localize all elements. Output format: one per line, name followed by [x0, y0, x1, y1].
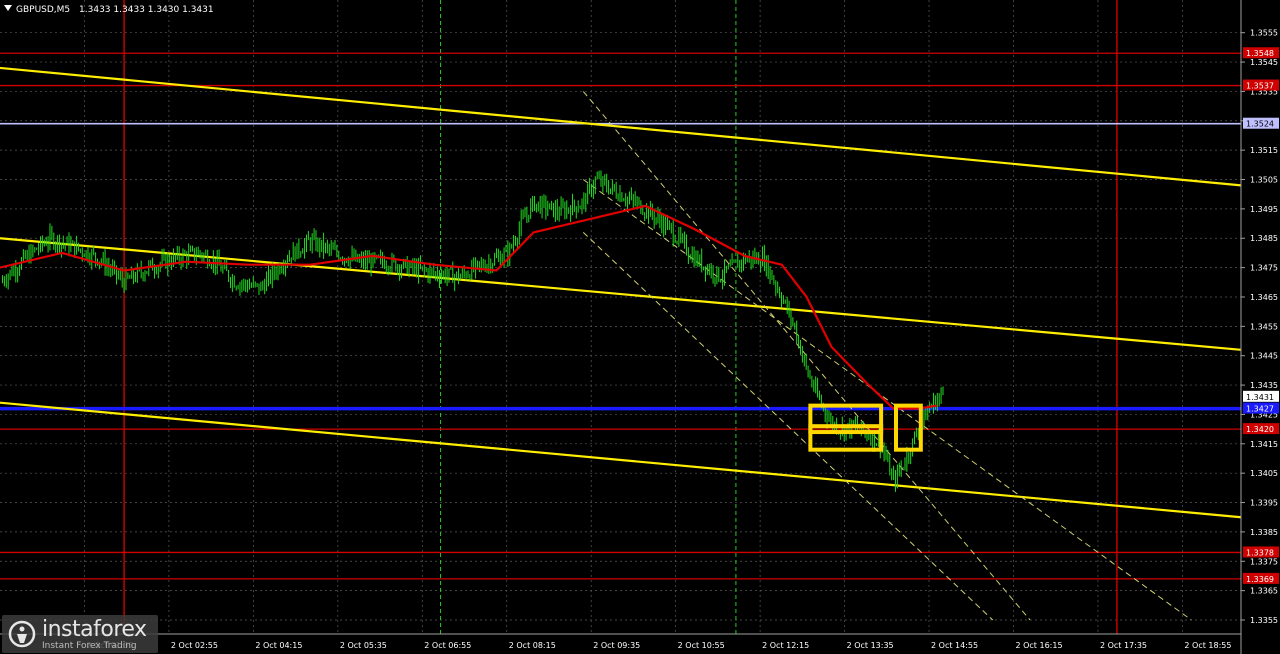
- instaforex-logo-icon: [8, 620, 36, 648]
- chart-background: [0, 0, 1280, 654]
- price-label: 1.3420: [1246, 425, 1274, 434]
- symbol-header: GBPUSD,M5 1.3433 1.3433 1.3430 1.3431: [16, 5, 214, 15]
- symbol-name: GBPUSD,M5: [16, 5, 70, 15]
- x-tick-label: 2 Oct 13:35: [847, 641, 894, 650]
- y-tick-label: 1.3435: [1250, 381, 1278, 390]
- x-tick-label: 2 Oct 04:15: [255, 641, 302, 650]
- x-tick-label: 2 Oct 18:55: [1184, 641, 1231, 650]
- candlestick-chart: 1.35551.35451.35351.35251.35151.35051.34…: [0, 0, 1280, 654]
- y-tick-label: 1.3445: [1250, 352, 1278, 361]
- y-tick-label: 1.3395: [1250, 499, 1278, 508]
- price-label: 1.3431: [1246, 393, 1274, 402]
- y-tick-label: 1.3555: [1250, 29, 1278, 38]
- y-tick-label: 1.3355: [1250, 616, 1278, 625]
- x-tick-label: 2 Oct 02:55: [171, 641, 218, 650]
- y-tick-label: 1.3475: [1250, 264, 1278, 273]
- price-label: 1.3369: [1246, 575, 1274, 584]
- price-label: 1.3524: [1246, 120, 1274, 129]
- ohlc-values: 1.3433 1.3433 1.3430 1.3431: [79, 5, 214, 15]
- price-label: 1.3427: [1246, 405, 1274, 414]
- price-label: 1.3548: [1246, 49, 1274, 58]
- x-tick-label: 2 Oct 14:55: [931, 641, 978, 650]
- x-tick-label: 2 Oct 12:15: [762, 641, 809, 650]
- x-tick-label: 2 Oct 05:35: [340, 641, 387, 650]
- y-tick-label: 1.3505: [1250, 176, 1278, 185]
- y-tick-label: 1.3495: [1250, 205, 1278, 214]
- x-tick-label: 2 Oct 06:55: [424, 641, 471, 650]
- logo-brand: instaforex: [42, 617, 147, 642]
- y-tick-label: 1.3545: [1250, 58, 1278, 67]
- price-label: 1.3378: [1246, 548, 1274, 557]
- x-tick-label: 2 Oct 17:35: [1100, 641, 1147, 650]
- instaforex-watermark: instaforex Instant Forex Trading: [2, 615, 158, 653]
- price-label: 1.3537: [1246, 82, 1274, 91]
- x-tick-label: 2 Oct 08:15: [509, 641, 556, 650]
- y-tick-label: 1.3455: [1250, 322, 1278, 331]
- x-tick-label: 2 Oct 16:15: [1015, 641, 1062, 650]
- y-tick-label: 1.3385: [1250, 528, 1278, 537]
- y-tick-label: 1.3515: [1250, 146, 1278, 155]
- x-tick-label: 2 Oct 10:55: [678, 641, 725, 650]
- y-tick-label: 1.3465: [1250, 293, 1278, 302]
- y-tick-label: 1.3415: [1250, 440, 1278, 449]
- y-tick-label: 1.3485: [1250, 234, 1278, 243]
- logo-tagline: Instant Forex Trading: [42, 641, 137, 651]
- x-tick-label: 2 Oct 09:35: [593, 641, 640, 650]
- y-tick-label: 1.3365: [1250, 587, 1278, 596]
- y-tick-label: 1.3375: [1250, 557, 1278, 566]
- y-tick-label: 1.3405: [1250, 469, 1278, 478]
